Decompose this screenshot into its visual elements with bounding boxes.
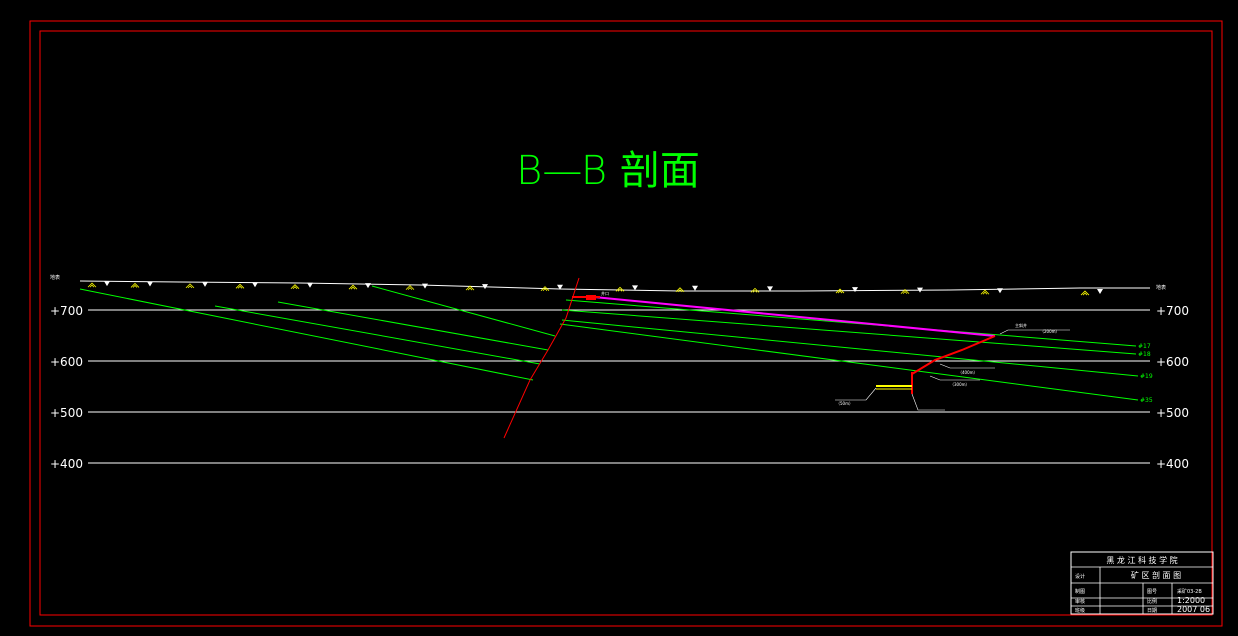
title-block-scale-label: 比例 <box>1147 598 1157 605</box>
main-shaft-line <box>593 296 996 337</box>
section-title: B—B 剖面 <box>516 148 700 194</box>
surface-symbols <box>87 281 1103 296</box>
leader-400 <box>939 363 995 369</box>
label-300m: （300m） <box>950 382 970 387</box>
leader-bottom <box>911 393 945 411</box>
elevation-label-left-400: +400 <box>50 457 83 471</box>
label-main-shaft: 主斜井 <box>1015 322 1027 328</box>
title-block-drawing-name: 矿 区 剖 面 图 <box>1131 570 1181 580</box>
surface-symbol-1 <box>130 282 140 288</box>
title-block-row-label-2: 制图 <box>1075 588 1085 595</box>
seam-label-18: #18 <box>1138 351 1151 358</box>
title-block-date-label: 日期 <box>1147 608 1157 614</box>
title-block-scale-value: 1:2000 <box>1177 596 1205 605</box>
surface-symbol-3 <box>235 283 245 289</box>
title-block-row-label-1: 设计 <box>1075 573 1085 580</box>
surface-marker-9 <box>632 285 638 291</box>
leader-lines <box>835 329 1070 411</box>
surface-symbol-2 <box>185 283 195 289</box>
surface-marker-4 <box>307 282 313 288</box>
elevation-label-right-400: +400 <box>1156 457 1189 471</box>
label-shaft-head: 井口 <box>601 290 609 296</box>
title-block-row-label-4: 班级 <box>1075 607 1085 614</box>
surface-symbol-14 <box>980 289 990 295</box>
seam-left-4 <box>371 285 556 337</box>
title-block-school: 黑 龙 江 科 技 学 院 <box>1106 555 1177 565</box>
seam-17-line <box>565 299 1137 347</box>
title-block: 黑 龙 江 科 技 学 院 设计 矿 区 剖 面 图 制图 审核 班级 图号 采… <box>1070 551 1214 615</box>
surface-symbol-15 <box>1080 290 1090 296</box>
surface-symbol-0 <box>87 282 97 288</box>
surface-marker-5 <box>365 283 371 289</box>
pump-station <box>876 385 912 390</box>
elevation-label-right-500: +500 <box>1156 406 1189 420</box>
surface-marker-6 <box>422 283 428 289</box>
elevation-label-right-600: +600 <box>1156 355 1189 369</box>
surface-symbol-4 <box>290 284 300 290</box>
seam-left-2 <box>214 305 541 365</box>
elevation-label-left-600: +600 <box>50 355 83 369</box>
title-block-row-label-3: 审核 <box>1075 598 1085 605</box>
seam-left-3 <box>277 301 549 351</box>
label-50m: （50m） <box>836 401 853 406</box>
coal-seams-right-block <box>559 299 1139 401</box>
surface-marker-14 <box>997 288 1003 294</box>
surface-marker-3 <box>252 282 258 288</box>
elevation-label-left-700: +700 <box>50 304 83 318</box>
surface-marker-15 <box>1097 289 1103 295</box>
surface-marker-10 <box>692 285 698 291</box>
surface-symbol-9 <box>615 286 625 292</box>
elevation-label-right-700: +700 <box>1156 304 1189 318</box>
label-main-shaft-length: （200m） <box>1040 329 1060 334</box>
seam-left-1 <box>79 288 534 381</box>
section-drawing: B—B 剖面 地表 地表 +700 +600 +500 +400 +700 +6… <box>29 20 1223 627</box>
ground-surface-line <box>79 280 1150 292</box>
surface-marker-1 <box>147 281 153 287</box>
seam-label-35: #35 <box>1140 397 1153 404</box>
surface-marker-12 <box>852 287 858 293</box>
title-block-date-value: 2007 06 <box>1177 605 1210 614</box>
surface-symbol-11 <box>750 287 760 293</box>
title-block-number-label: 图号 <box>1147 589 1157 595</box>
surface-label-left: 地表 <box>50 274 60 281</box>
elevation-label-left-500: +500 <box>50 406 83 420</box>
surface-label-right: 地表 <box>1156 284 1166 291</box>
seam-label-17: #17 <box>1138 343 1151 350</box>
surface-symbol-5 <box>348 284 358 290</box>
seam-35-line <box>559 323 1139 401</box>
surface-marker-2 <box>202 281 208 287</box>
seam-label-19: #19 <box>1140 373 1153 380</box>
fault-line <box>503 277 580 439</box>
coal-seams-left-block <box>79 285 556 381</box>
elevation-lines <box>88 309 1150 464</box>
leader-50 <box>835 387 877 401</box>
title-block-number-value: 采矿03-2B <box>1177 588 1202 595</box>
outer-frame <box>29 20 1223 627</box>
surface-symbol-6 <box>405 285 415 290</box>
inner-frame <box>39 30 1213 616</box>
label-400m: （400m） <box>958 370 978 375</box>
surface-marker-0 <box>104 281 110 287</box>
